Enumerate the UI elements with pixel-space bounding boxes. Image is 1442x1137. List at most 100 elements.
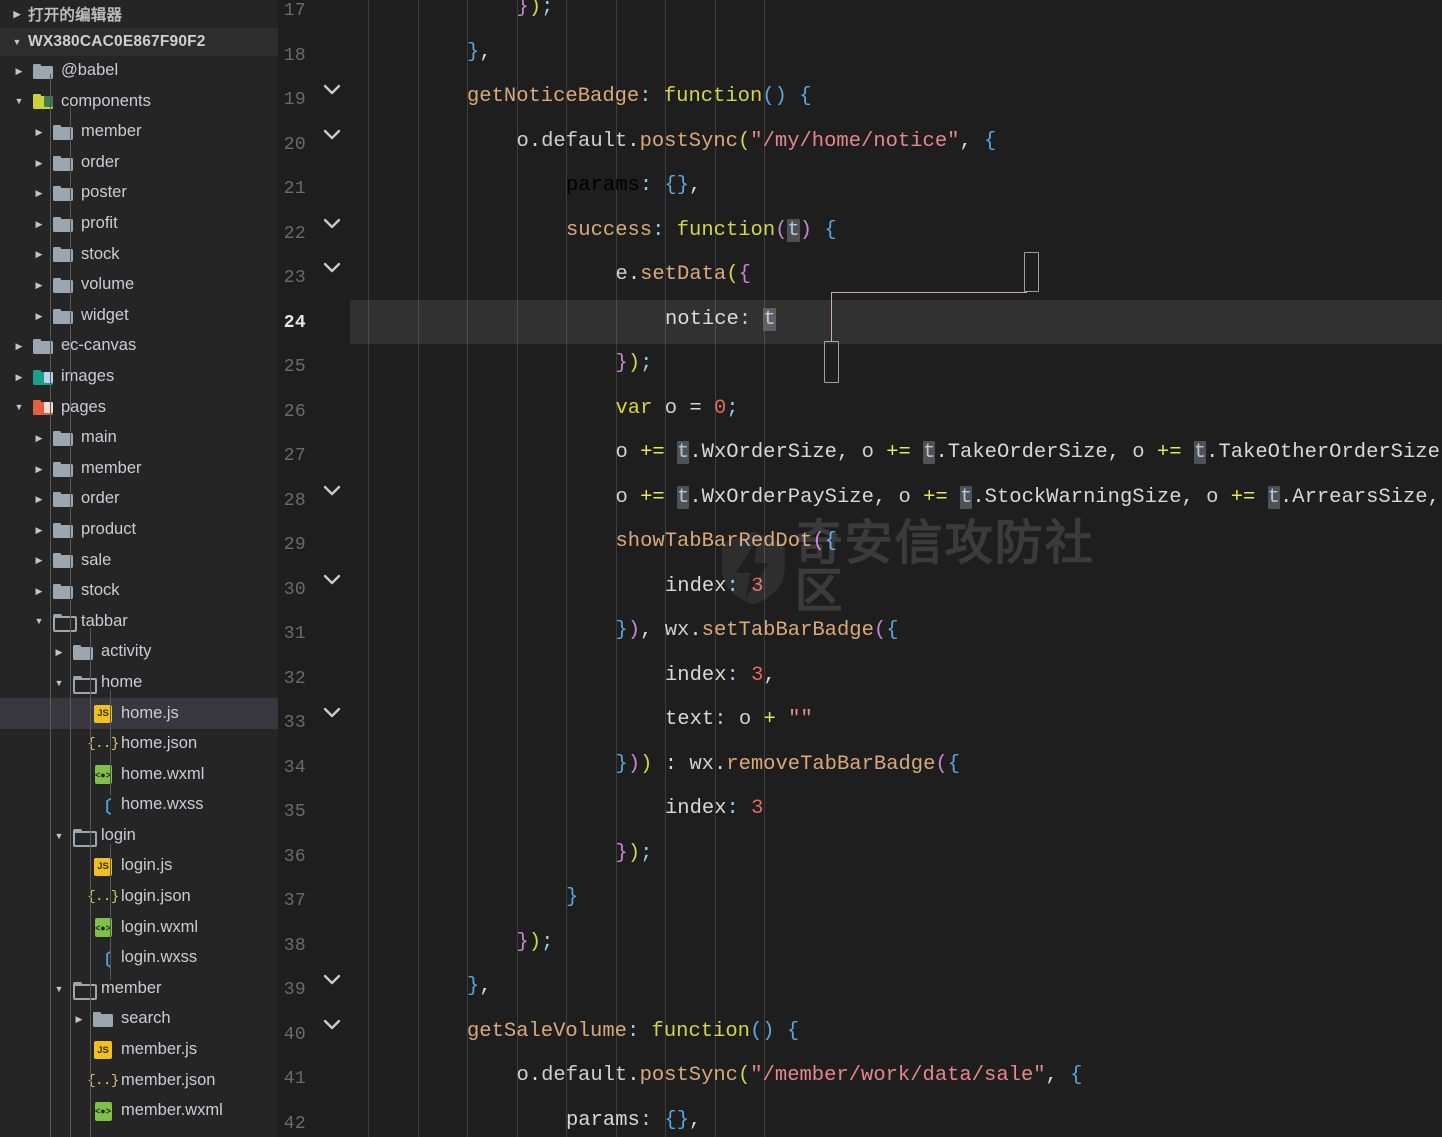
chevron-right-icon[interactable]: ▶ <box>28 464 50 474</box>
chevron-right-icon[interactable]: ▶ <box>8 372 30 382</box>
tree-item-home-wxss[interactable]: ▶ 〔 home.wxss <box>0 790 278 821</box>
tree-item-stock[interactable]: ▶ stock <box>0 240 278 271</box>
code-line[interactable]: }); <box>350 342 1442 387</box>
file-explorer-sidebar[interactable]: ▶ 打开的编辑器 ▼ WX380CAC0E867F90F2 ▶ @babel ▼ co… <box>0 0 278 1137</box>
tree-item-member[interactable]: ▼ member <box>0 974 278 1005</box>
chevron-right-icon[interactable]: ▶ <box>8 342 30 351</box>
chevron-down-icon[interactable]: ▼ <box>28 617 50 626</box>
tree-item-order[interactable]: ▶ order <box>0 148 278 179</box>
tree-item-pages[interactable]: ▼ pages <box>0 393 278 424</box>
chevron-right-icon[interactable]: ▶ <box>28 158 50 168</box>
chevron-right-icon[interactable]: ▶ <box>28 219 50 229</box>
code-line[interactable]: })) : wx.removeTabBarBadge({ <box>350 743 1442 788</box>
project-root-section[interactable]: ▼ WX380CAC0E867F90F2 <box>0 28 278 56</box>
code-line[interactable]: }); <box>350 921 1442 966</box>
chevron-right-icon[interactable]: ▶ <box>28 525 50 535</box>
chevron-right-icon[interactable]: ▶ <box>28 311 50 321</box>
open-editors-section[interactable]: ▶ 打开的编辑器 <box>0 0 278 28</box>
code-line[interactable]: e.setData({ <box>350 253 1442 298</box>
tree-item-images[interactable]: ▶ images <box>0 362 278 393</box>
tree-item-volume[interactable]: ▶ volume <box>0 270 278 301</box>
code-line[interactable]: getNoticeBadge: function() { <box>350 75 1442 120</box>
code-line[interactable]: getSaleVolume: function() { <box>350 1010 1442 1055</box>
fold-chevron-down-icon[interactable] <box>322 1018 344 1032</box>
tree-item-login-wxml[interactable]: ▶ <●> login.wxml <box>0 913 278 944</box>
code-line[interactable]: o.default.postSync("/my/home/notice", { <box>350 120 1442 165</box>
chevron-right-icon[interactable]: ▶ <box>28 250 50 259</box>
code-editor[interactable]: 17 18 19 20 21 22 23 24 25 26 27 28 29 30 31 32 33 34 35 36… <box>278 0 1442 1137</box>
code-line[interactable]: }); <box>350 832 1442 877</box>
chevron-right-icon[interactable]: ▶ <box>28 586 50 596</box>
chevron-right-icon[interactable]: ▶ <box>6 9 28 19</box>
tree-item-login-json[interactable]: ▶{..}login.json <box>0 882 278 913</box>
tree-item-login[interactable]: ▼ login <box>0 821 278 852</box>
chevron-right-icon[interactable]: ▶ <box>28 280 50 290</box>
tree-item-tabbar[interactable]: ▼ tabbar <box>0 607 278 638</box>
code-line[interactable]: params: {}, <box>350 164 1442 209</box>
fold-chevron-down-icon[interactable] <box>322 128 344 142</box>
tree-item-main[interactable]: ▶ main <box>0 423 278 454</box>
line-number-gutter[interactable]: 17 18 19 20 21 22 23 24 25 26 27 28 29 30 31 32 33 34 35 36… <box>278 0 350 1137</box>
chevron-right-icon[interactable]: ▶ <box>28 127 50 137</box>
code-line[interactable]: index: 3 <box>350 565 1442 610</box>
fold-chevron-down-icon[interactable] <box>322 261 344 275</box>
code-line[interactable]: index: 3 <box>350 787 1442 832</box>
tree-item-poster[interactable]: ▶ poster <box>0 178 278 209</box>
code-line[interactable]: o += t.WxOrderSize, o += t.TakeOrderSize… <box>350 431 1442 476</box>
tree-item-stock[interactable]: ▶ stock <box>0 576 278 607</box>
code-content[interactable]: });}, getNoticeBadge: function() {o.defau… <box>350 0 1442 1137</box>
tree-item-home-js[interactable]: ▶JS home.js <box>0 698 278 730</box>
chevron-right-icon[interactable]: ▶ <box>48 648 70 657</box>
chevron-down-icon[interactable]: ▼ <box>48 984 70 994</box>
code-line[interactable]: }, <box>350 31 1442 76</box>
code-line[interactable]: text: o + "" <box>350 698 1442 743</box>
fold-chevron-down-icon[interactable] <box>322 973 344 987</box>
chevron-down-icon[interactable]: ▼ <box>8 403 30 412</box>
tree-item-member-json[interactable]: ▶{..}member.json <box>0 1066 278 1097</box>
tree-item-activity[interactable]: ▶ activity <box>0 637 278 668</box>
fold-chevron-down-icon[interactable] <box>322 217 344 231</box>
fold-chevron-down-icon[interactable] <box>322 706 344 720</box>
chevron-down-icon[interactable]: ▼ <box>8 97 30 106</box>
fold-chevron-down-icon[interactable] <box>322 83 344 97</box>
tree-item-home[interactable]: ▼ home <box>0 668 278 699</box>
fold-chevron-down-icon[interactable] <box>322 484 344 498</box>
tree-item-ec-canvas[interactable]: ▶ ec-canvas <box>0 331 278 362</box>
code-line[interactable]: var o = 0; <box>350 387 1442 432</box>
code-line[interactable]: params: {}, <box>350 1099 1442 1137</box>
tree-item-login-js[interactable]: ▶JS login.js <box>0 851 278 882</box>
code-line[interactable]: } <box>350 876 1442 921</box>
tree-item-member-wxml[interactable]: ▶ <●> member.wxml <box>0 1096 278 1127</box>
chevron-right-icon[interactable]: ▶ <box>28 433 50 443</box>
code-line[interactable]: index: 3, <box>350 654 1442 699</box>
tree-item-login-wxss[interactable]: ▶ 〔 login.wxss <box>0 943 278 974</box>
tree-item--babel[interactable]: ▶ @babel <box>0 56 278 87</box>
tree-item-member[interactable]: ▶ member <box>0 117 278 148</box>
code-line[interactable]: }), wx.setTabBarBadge({ <box>350 609 1442 654</box>
tree-item-home-json[interactable]: ▶{..}home.json <box>0 729 278 760</box>
tree-item-components[interactable]: ▼ components <box>0 87 278 118</box>
chevron-right-icon[interactable]: ▶ <box>68 1015 90 1024</box>
chevron-right-icon[interactable]: ▶ <box>28 495 50 504</box>
chevron-right-icon[interactable]: ▶ <box>28 189 50 198</box>
chevron-right-icon[interactable]: ▶ <box>28 556 50 565</box>
chevron-right-icon[interactable]: ▶ <box>8 66 30 76</box>
chevron-down-icon[interactable]: ▼ <box>48 678 70 688</box>
tree-item-search[interactable]: ▶ search <box>0 1004 278 1035</box>
code-line[interactable]: }); <box>350 0 1442 31</box>
tree-item-profit[interactable]: ▶ profit <box>0 209 278 240</box>
code-line[interactable]: success: function(t) { <box>350 209 1442 254</box>
tree-item-widget[interactable]: ▶ widget <box>0 301 278 332</box>
tree-item-product[interactable]: ▶ product <box>0 515 278 546</box>
chevron-down-icon[interactable]: ▼ <box>48 831 70 841</box>
tree-item-member-js[interactable]: ▶ JS member.js <box>0 1035 278 1066</box>
code-line[interactable]: o.default.postSync("/member/work/data/sa… <box>350 1054 1442 1099</box>
code-line[interactable]: o += t.WxOrderPaySize, o += t.StockWarni… <box>350 476 1442 521</box>
chevron-down-icon[interactable]: ▼ <box>6 37 28 47</box>
tree-item-home-wxml[interactable]: ▶ <●> home.wxml <box>0 760 278 791</box>
fold-chevron-down-icon[interactable] <box>322 573 344 587</box>
tree-item-member[interactable]: ▶ member <box>0 454 278 485</box>
file-tree[interactable]: ▶ @babel ▼ components ▶ member ▶ order ▶ poster ▶ p… <box>0 56 278 1127</box>
code-line[interactable]: }, <box>350 965 1442 1010</box>
code-line[interactable]: showTabBarRedDot({ <box>350 520 1442 565</box>
